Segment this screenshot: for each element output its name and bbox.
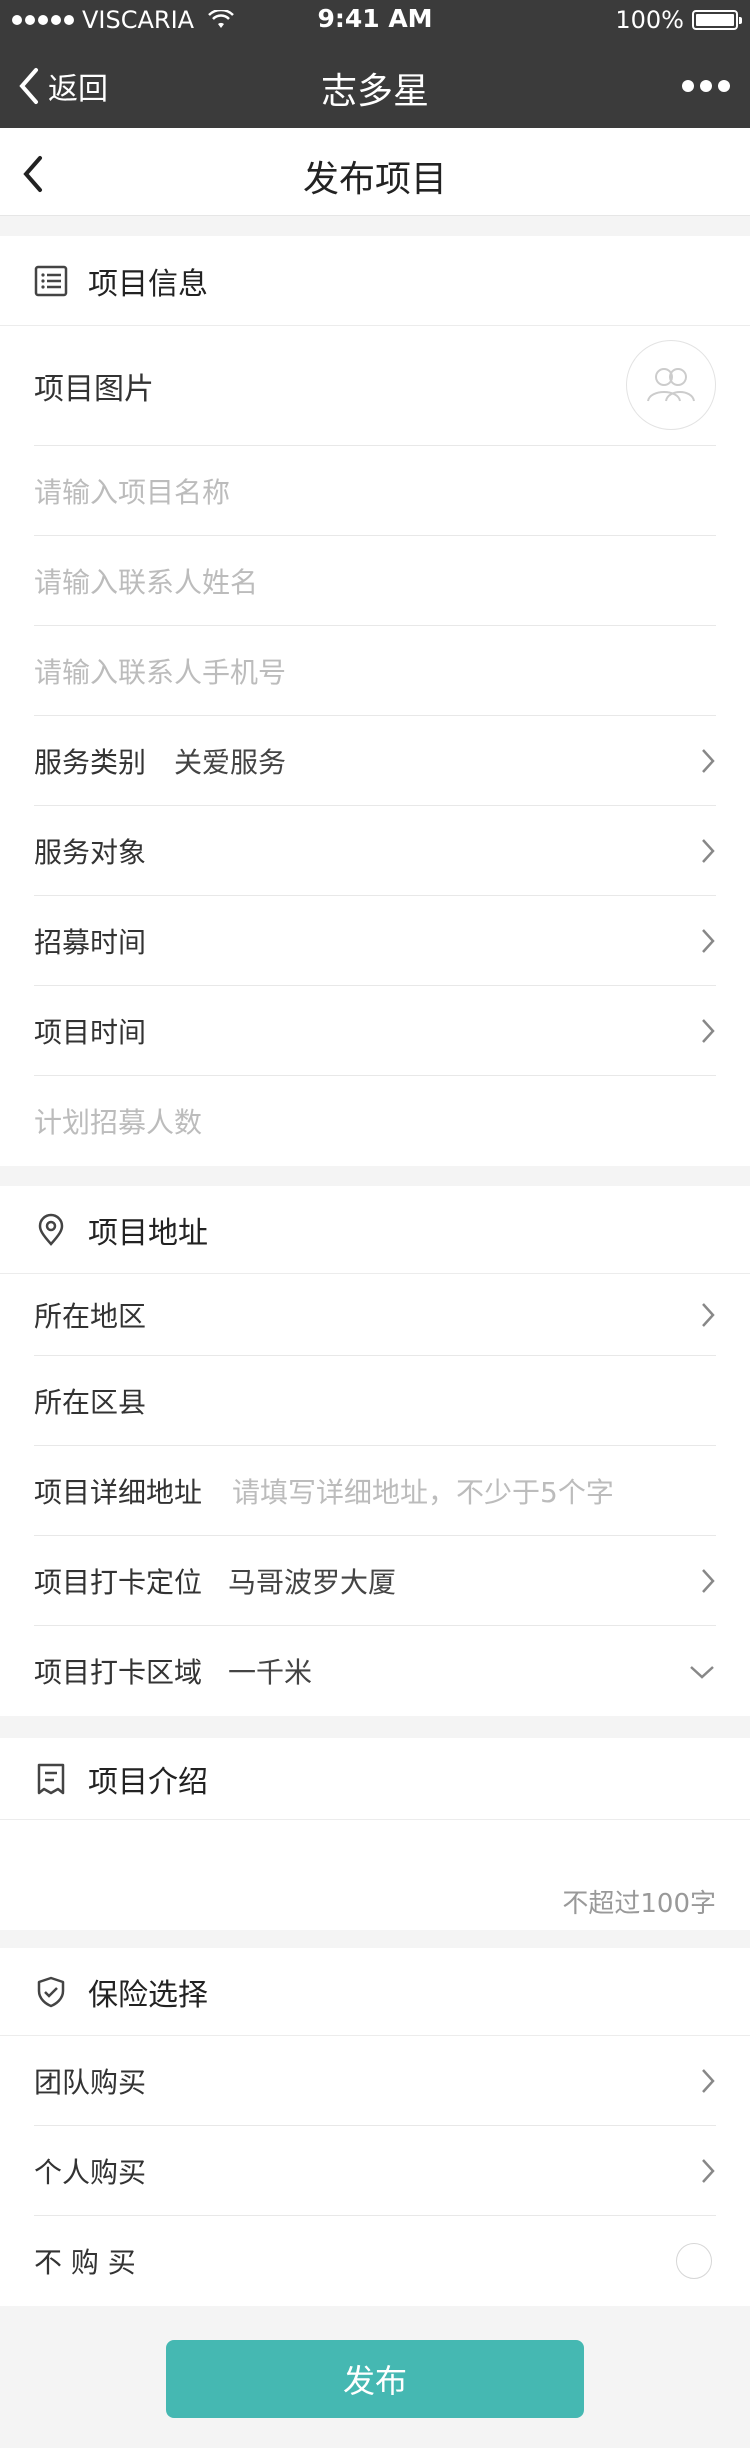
battery-percent: 100% — [615, 6, 684, 34]
app-top-bar: VISCARIA 9:41 AM 100% 返回 志多星 — [0, 0, 750, 128]
more-icon[interactable] — [682, 80, 730, 92]
project-name-field[interactable]: 请输入项目名称 — [34, 446, 716, 536]
project-intro-heading: 项目介绍 — [0, 1738, 750, 1820]
project-intro-textarea[interactable]: 不超过100字 — [0, 1820, 750, 1930]
region-row[interactable]: 所在地区 — [34, 1274, 716, 1356]
section-title: 项目地址 — [88, 1215, 208, 1251]
page-header: 发布项目 — [0, 128, 750, 216]
personal-purchase-row[interactable]: 个人购买 — [34, 2126, 716, 2216]
checkin-location-value: 马哥波罗大厦 — [228, 1565, 397, 1599]
project-info-heading: 项目信息 — [0, 236, 750, 326]
detail-address-placeholder: 请填写详细地址，不少于5个字 — [232, 1475, 614, 1509]
section-title: 项目信息 — [88, 266, 208, 302]
list-icon — [34, 265, 68, 296]
intro-limit-hint: 不超过100字 — [562, 1889, 716, 1919]
plan-count-field[interactable]: 计划招募人数 — [34, 1076, 716, 1166]
project-image-row: 项目图片 — [34, 326, 716, 446]
battery-icon — [692, 10, 742, 30]
nav-bar: 返回 志多星 — [0, 44, 750, 128]
shield-check-icon — [37, 1976, 65, 2007]
project-time-row[interactable]: 项目时间 — [34, 986, 716, 1076]
group-icon — [647, 368, 695, 402]
nav-title: 志多星 — [320, 71, 429, 112]
chevron-right-icon — [702, 929, 715, 953]
region-label: 所在地区 — [34, 1299, 147, 1333]
document-icon — [37, 1763, 65, 1794]
checkin-area-row[interactable]: 项目打卡区域 一千米 — [34, 1626, 716, 1716]
contact-phone-field[interactable]: 请输入联系人手机号 — [34, 626, 716, 716]
service-target-label: 服务对象 — [34, 835, 147, 869]
team-purchase-row[interactable]: 团队购买 — [34, 2036, 716, 2126]
chevron-right-icon — [702, 1019, 715, 1043]
county-label: 所在区县 — [34, 1385, 147, 1419]
section-title: 项目介绍 — [88, 1764, 208, 1800]
service-type-value: 关爱服务 — [174, 745, 287, 779]
service-type-row[interactable]: 服务类别 关爱服务 — [34, 716, 716, 806]
chevron-right-icon — [702, 2159, 715, 2183]
checkin-location-row[interactable]: 项目打卡定位 马哥波罗大厦 — [34, 1536, 716, 1626]
publish-button[interactable]: 发布 — [166, 2340, 584, 2418]
chevron-right-icon — [702, 749, 715, 773]
county-row[interactable]: 所在区县 — [34, 1356, 716, 1446]
project-image-picker[interactable] — [626, 340, 716, 430]
chevron-right-icon — [702, 1569, 715, 1593]
detail-address-row[interactable]: 项目详细地址 请填写详细地址，不少于5个字 — [34, 1446, 716, 1536]
project-intro-section: 项目介绍 不超过100字 — [0, 1738, 750, 1930]
project-info-section: 项目信息 项目图片 请输入项目名称 请输入联系人姓名 请输入联系人手机号 服务类… — [0, 236, 750, 1166]
recruit-time-label: 招募时间 — [34, 925, 147, 959]
insurance-heading: 保险选择 — [0, 1948, 750, 2036]
project-time-label: 项目时间 — [34, 1015, 147, 1049]
chevron-right-icon — [702, 839, 715, 863]
team-purchase-label: 团队购买 — [34, 2065, 147, 2099]
insurance-section: 保险选择 团队购买 个人购买 不 购 买 — [0, 1948, 750, 2306]
plan-count-placeholder: 计划招募人数 — [34, 1106, 203, 1139]
location-pin-icon — [38, 1213, 64, 1246]
checkin-area-value: 一千米 — [228, 1656, 313, 1689]
no-purchase-radio[interactable] — [676, 2243, 712, 2279]
personal-purchase-label: 个人购买 — [34, 2155, 147, 2189]
no-purchase-row[interactable]: 不 购 买 — [34, 2216, 716, 2306]
section-title: 保险选择 — [88, 1977, 208, 2013]
battery-status: 100% — [615, 6, 742, 34]
contact-name-field[interactable]: 请输入联系人姓名 — [34, 536, 716, 626]
chevron-down-icon — [690, 1666, 714, 1679]
chevron-right-icon — [702, 1303, 715, 1327]
contact-name-placeholder: 请输入联系人姓名 — [34, 565, 259, 599]
contact-phone-placeholder: 请输入联系人手机号 — [34, 655, 287, 689]
checkin-location-label: 项目打卡定位 — [34, 1565, 203, 1599]
checkin-area-label: 项目打卡区域 — [34, 1656, 203, 1689]
page-title: 发布项目 — [302, 159, 447, 200]
service-target-row[interactable]: 服务对象 — [34, 806, 716, 896]
project-name-placeholder: 请输入项目名称 — [34, 475, 231, 509]
recruit-time-row[interactable]: 招募时间 — [34, 896, 716, 986]
chevron-right-icon — [702, 2069, 715, 2093]
project-address-section: 项目地址 所在地区 所在区县 项目详细地址 请填写详细地址，不少于5个字 项目打… — [0, 1186, 750, 1716]
status-bar: VISCARIA 9:41 AM 100% — [0, 0, 750, 40]
project-image-label: 项目图片 — [34, 371, 154, 407]
service-type-label: 服务类别 — [34, 745, 147, 779]
detail-address-label: 项目详细地址 — [34, 1475, 203, 1509]
no-purchase-label: 不 购 买 — [34, 2246, 136, 2279]
project-address-heading: 项目地址 — [0, 1186, 750, 1274]
